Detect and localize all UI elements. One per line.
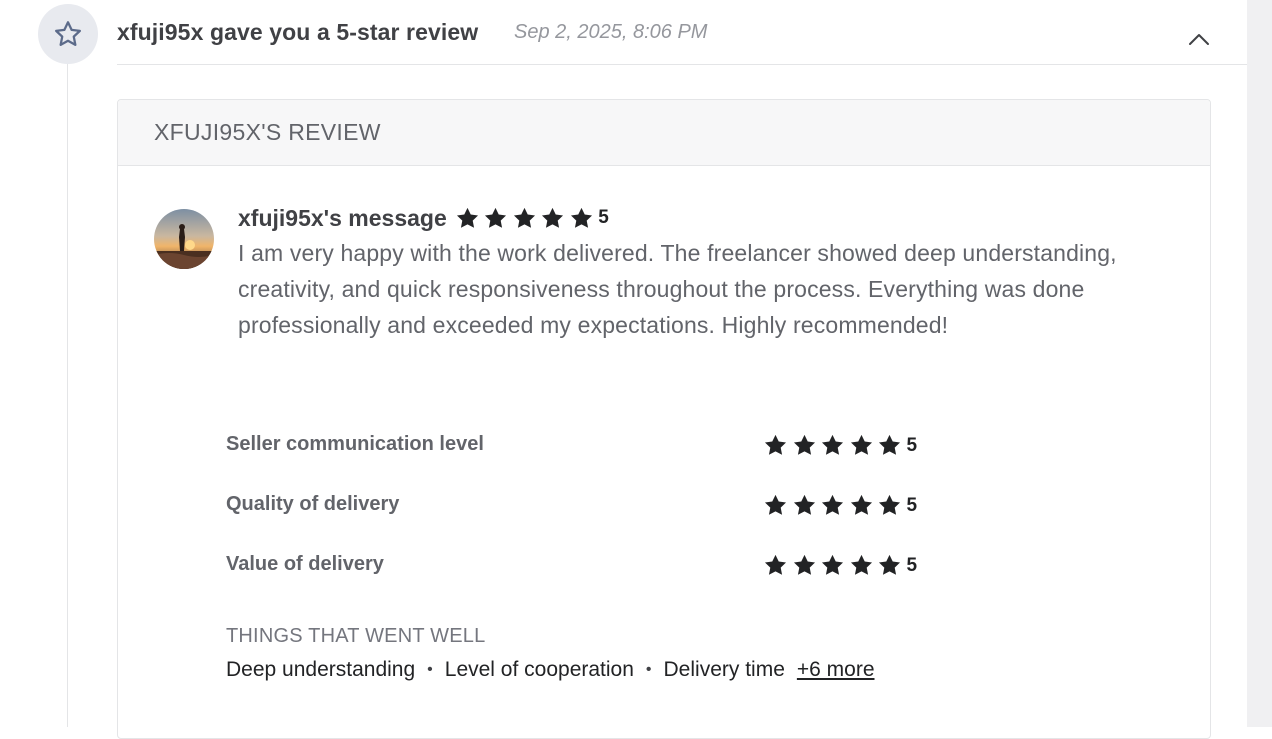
went-well-tags: Deep understanding • Level of cooperatio… <box>226 658 875 682</box>
star-icon <box>793 494 815 515</box>
star-icon <box>764 554 787 575</box>
star-icon <box>764 434 787 455</box>
went-well-title: THINGS THAT WENT WELL <box>226 625 486 647</box>
criteria-row: Quality of delivery 5 <box>226 491 946 521</box>
star-icon <box>485 207 507 228</box>
event-title: xfuji95x gave you a 5-star review <box>117 19 479 45</box>
star-icon <box>821 554 844 575</box>
criteria-label: Seller communication level <box>226 433 484 455</box>
criteria-rating-value: 5 <box>906 494 918 516</box>
star-icon <box>513 207 535 228</box>
star-icon <box>821 434 844 455</box>
star-icon <box>850 494 872 515</box>
star-icon <box>878 494 901 515</box>
criteria-rating-stars <box>763 553 906 578</box>
review-card-header: XFUJI95X'S REVIEW <box>118 100 1210 166</box>
criteria-rating-stars <box>763 433 906 458</box>
star-icon <box>821 494 844 515</box>
review-card: XFUJI95X'S REVIEW xfuji95x's message 5 I… <box>117 99 1211 739</box>
criteria-rating-value: 5 <box>906 434 918 456</box>
star-icon <box>570 207 592 228</box>
review-message-text: I am very happy with the work delivered.… <box>238 240 1117 338</box>
bullet-separator: • <box>645 661 652 678</box>
star-icon <box>878 434 901 455</box>
criteria-rating-value: 5 <box>906 554 918 576</box>
overall-rating-value: 5 <box>598 207 609 228</box>
criteria-rating-stars <box>763 493 906 518</box>
star-icon <box>793 434 815 455</box>
went-well-tag: Level of cooperation <box>444 658 634 681</box>
criteria-row: Seller communication level 5 <box>226 431 946 461</box>
review-message-header: xfuji95x's message 5 <box>238 203 609 233</box>
timeline-line <box>67 64 68 727</box>
star-icon <box>850 554 872 575</box>
went-well-tag: Deep understanding <box>226 658 416 681</box>
page-scroll-gutter <box>1247 0 1272 727</box>
star-icon <box>878 554 901 575</box>
bullet-separator: • <box>427 661 433 678</box>
chevron-up-icon[interactable] <box>1185 28 1213 50</box>
overall-rating-stars <box>455 206 598 231</box>
star-icon <box>793 554 815 575</box>
event-timestamp: Sep 2, 2025, 8:06 PM <box>514 21 708 43</box>
star-icon <box>456 207 478 228</box>
event-header: xfuji95x gave you a 5-star review Sep 2,… <box>117 0 1247 65</box>
user-avatar[interactable] <box>154 209 214 269</box>
star-icon <box>764 494 787 515</box>
review-card-title: XFUJI95X'S REVIEW <box>154 119 381 145</box>
review-author-label: xfuji95x's message <box>238 204 447 231</box>
star-icon <box>542 207 564 228</box>
criteria-label: Value of delivery <box>226 553 384 575</box>
show-more-tags-link[interactable]: +6 more <box>797 658 875 682</box>
criteria-row: Value of delivery 5 <box>226 551 946 581</box>
star-icon <box>850 434 872 455</box>
went-well-tag: Delivery time <box>663 658 785 681</box>
criteria-label: Quality of delivery <box>226 493 400 515</box>
star-outline-icon <box>38 4 98 64</box>
